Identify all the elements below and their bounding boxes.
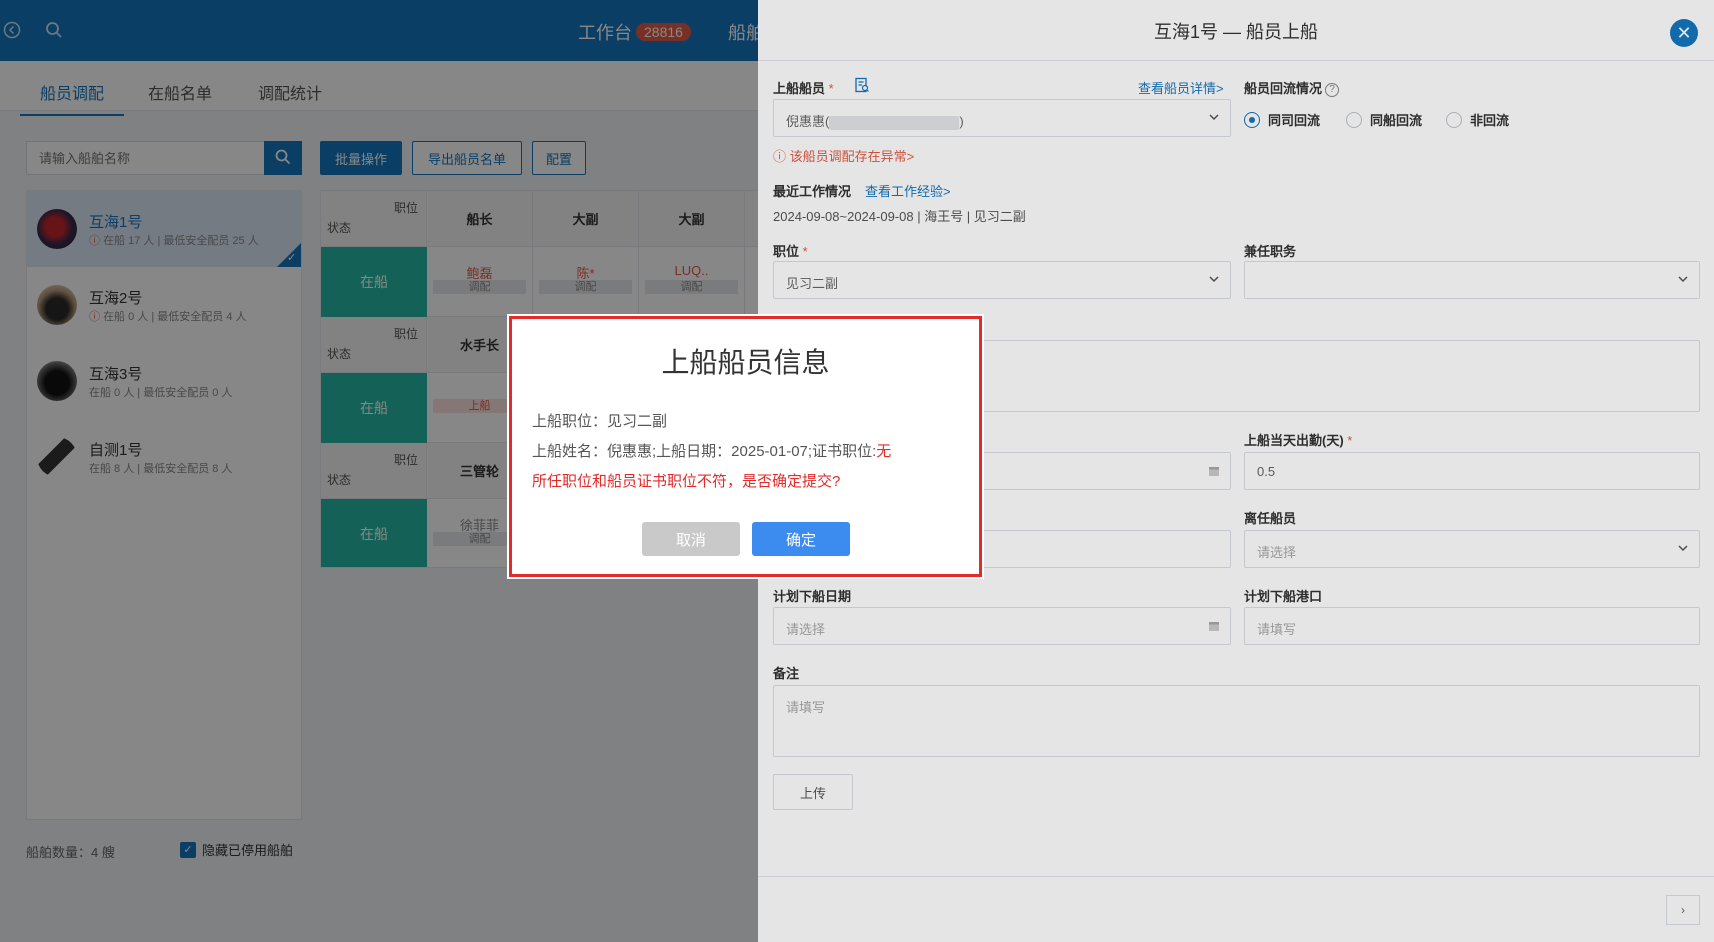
dialog-cert-none: 无 — [876, 443, 892, 460]
confirm-dialog: 上船船员信息 上船职位：见习二副 上船姓名：倪惠惠;上船日期：2025-01-0… — [509, 316, 982, 577]
confirm-button[interactable]: 确定 — [752, 522, 850, 556]
cancel-button[interactable]: 取消 — [642, 522, 740, 556]
dialog-name-line: 上船姓名：倪惠惠;上船日期：2025-01-07;证书职位:无 — [532, 440, 891, 461]
dialog-name-text: 上船姓名：倪惠惠;上船日期：2025-01-07;证书职位: — [532, 443, 877, 460]
dialog-warning-line: 所任职位和船员证书职位不符，是否确定提交? — [532, 470, 840, 491]
dialog-position-line: 上船职位：见习二副 — [532, 413, 668, 430]
dialog-warning-text: 所任职位和船员证书职位不符，是否确定提交? — [532, 473, 841, 490]
dialog-title: 上船船员信息 — [661, 347, 830, 378]
